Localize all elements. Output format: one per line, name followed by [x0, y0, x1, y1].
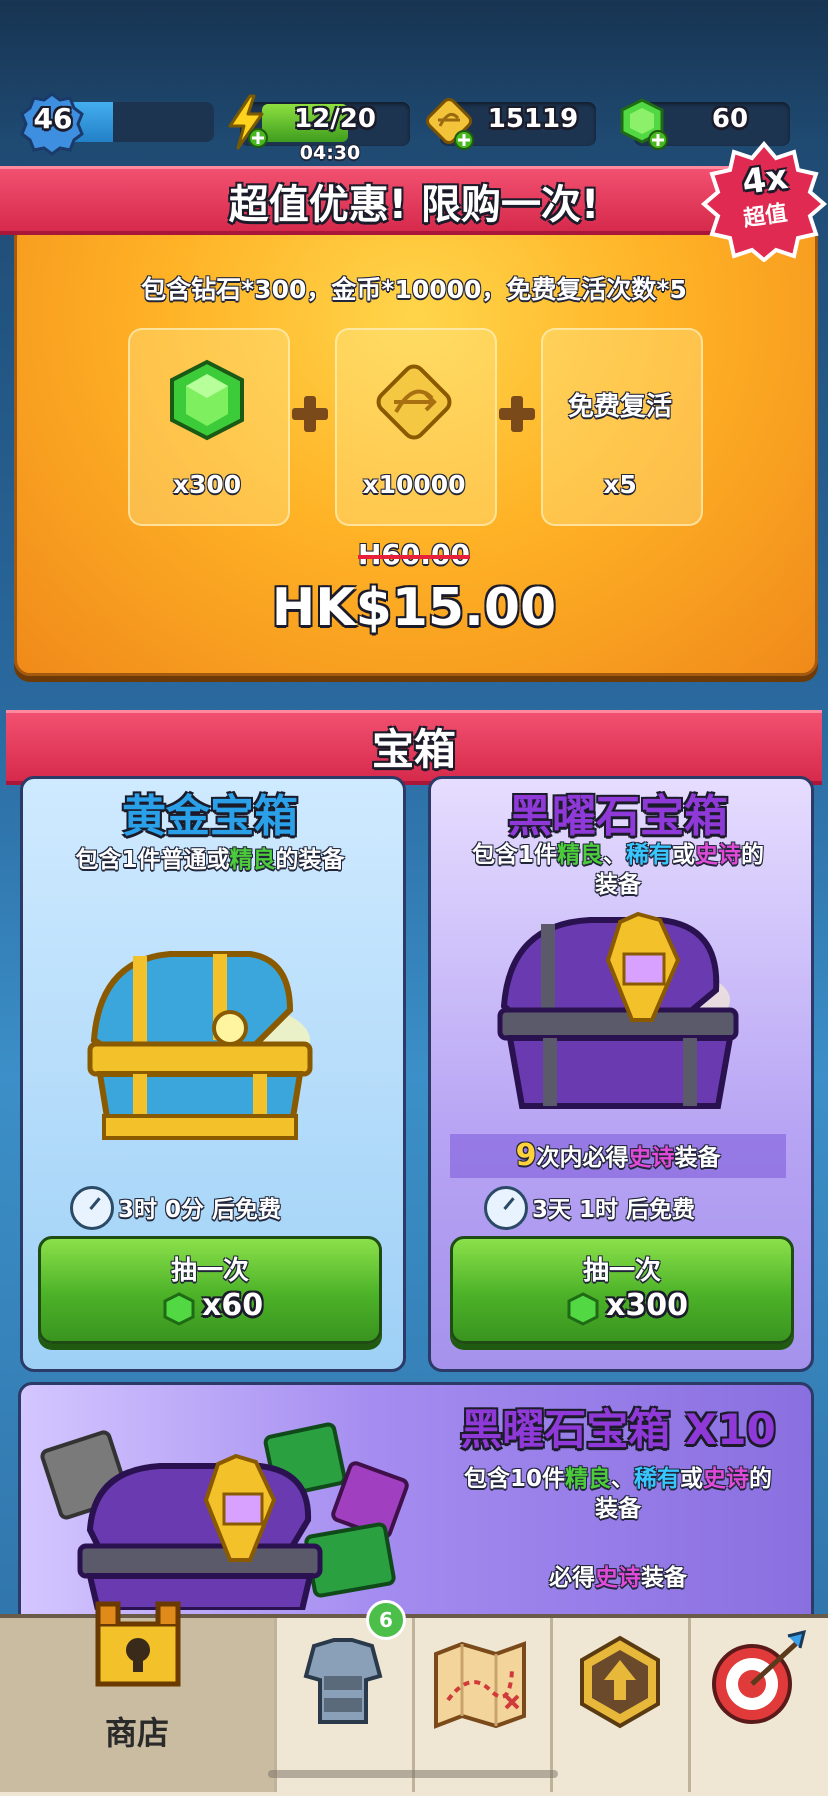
gold-coin-icon[interactable] — [422, 96, 478, 152]
offer-item-gold-qty: x10000 — [362, 470, 466, 499]
obsidian-chest-icon — [497, 911, 739, 1109]
gem-icon[interactable] — [616, 96, 672, 152]
xp-bar — [66, 102, 214, 142]
desc-text: 、 — [603, 842, 626, 868]
gold-count: 15119 — [487, 104, 579, 134]
rarity-epic: 史诗 — [628, 1145, 675, 1171]
obsidian-x10-description: 包含10件精良、稀有或史诗的装备 — [448, 1464, 788, 1524]
timer-icon — [484, 1186, 528, 1230]
desc-text: 包含1件普通或 — [75, 847, 230, 873]
energy-count: 12/20 — [294, 104, 376, 134]
rarity-epic: 史诗 — [595, 1565, 641, 1591]
equipment-badge: 6 — [366, 1600, 406, 1640]
obsidian-x10-guarantee: 必得史诗装备 — [448, 1558, 788, 1592]
desc-text: 的 — [749, 1466, 772, 1492]
desc-text: 装备 — [595, 1496, 641, 1522]
obsidian-x10-title: 黑曜石宝箱 X10 — [448, 1396, 788, 1457]
desc-text: 包含1件 — [471, 842, 557, 868]
energy-timer: 04:30 — [299, 142, 361, 164]
nav-shop-label: 商店 — [104, 1714, 169, 1752]
chests-section-title: 宝箱 — [371, 725, 456, 774]
obsidian-x10-chest-icon — [40, 1422, 409, 1610]
gold-chest-icon — [87, 951, 313, 1140]
offer-item-revive-qty: x5 — [603, 470, 637, 499]
obsidian-guarantee: 9次内必得史诗装备 — [428, 1138, 808, 1173]
gem-icon — [170, 359, 244, 441]
gem-count: 60 — [711, 104, 749, 134]
rarity-epic: 史诗 — [703, 1466, 749, 1492]
desc-text: 装备 — [674, 1145, 721, 1171]
desc-text: 或 — [680, 1466, 703, 1492]
rarity-rare: 稀有 — [626, 842, 672, 868]
offer-price[interactable]: HK$15.00 — [200, 578, 628, 638]
old-price: H60.00 — [300, 538, 528, 571]
player-level: 46 — [33, 102, 73, 135]
desc-text: 的装备 — [275, 847, 345, 873]
lightning-icon[interactable] — [224, 94, 270, 150]
treasure-chest-icon — [95, 1601, 181, 1687]
rarity-uncommon: 精良 — [229, 847, 276, 873]
offer-description: 包含钻石*300，金币*10000，免费复活次数*5 — [141, 275, 687, 304]
desc-text: 装备 — [641, 1565, 687, 1591]
desc-text: 必得 — [549, 1565, 595, 1591]
offer-item-revive-name: 免费复活 — [567, 392, 672, 422]
desc-text: 装备 — [595, 872, 641, 898]
obsidian-chest-timer: 3天 1时 后免费 — [532, 1197, 696, 1223]
obsidian-chest-cost: x300 — [606, 1288, 688, 1323]
gold-chest-button-label: 抽一次 — [170, 1256, 249, 1286]
obsidian-chest-button-label: 抽一次 — [582, 1256, 661, 1286]
guarantee-count: 9 — [515, 1138, 537, 1173]
desc-text: 或 — [672, 842, 695, 868]
strikethrough — [358, 555, 470, 559]
target-icon — [712, 1629, 807, 1724]
offer-item-gems-qty: x300 — [172, 470, 242, 499]
desc-text: 次内必得 — [536, 1145, 629, 1171]
gold-chest-cost: x60 — [202, 1288, 264, 1323]
timer-icon — [70, 1186, 114, 1230]
plus-icon — [497, 394, 537, 434]
rarity-uncommon: 精良 — [557, 842, 603, 868]
rarity-epic: 史诗 — [695, 842, 741, 868]
desc-text: 的 — [741, 842, 764, 868]
gold-chest-description: 包含1件普通或精良的装备 — [20, 840, 400, 874]
gold-chest-title: 黄金宝箱 — [122, 791, 298, 842]
upgrade-arrow-icon — [580, 1635, 660, 1729]
desc-text: 、 — [611, 1466, 634, 1492]
gold-coin-icon — [376, 364, 452, 440]
map-icon — [434, 1641, 526, 1729]
obsidian-chest-description: 包含1件精良、稀有或史诗的装备 — [428, 840, 808, 900]
rarity-rare: 稀有 — [634, 1466, 680, 1492]
gem-icon — [163, 1292, 195, 1326]
rarity-uncommon: 精良 — [565, 1466, 611, 1492]
gem-icon — [567, 1292, 599, 1326]
obsidian-x10-multiplier: X10 — [684, 1405, 776, 1454]
obsidian-x10-title-text: 黑曜石宝箱 — [460, 1405, 671, 1454]
desc-text: 包含10件 — [463, 1466, 565, 1492]
armor-icon — [303, 1638, 383, 1724]
plus-icon — [290, 394, 330, 434]
gold-chest-timer: 3时 0分 后免费 — [118, 1197, 282, 1223]
obsidian-chest-title: 黑曜石宝箱 — [508, 791, 728, 842]
home-indicator — [268, 1770, 558, 1778]
